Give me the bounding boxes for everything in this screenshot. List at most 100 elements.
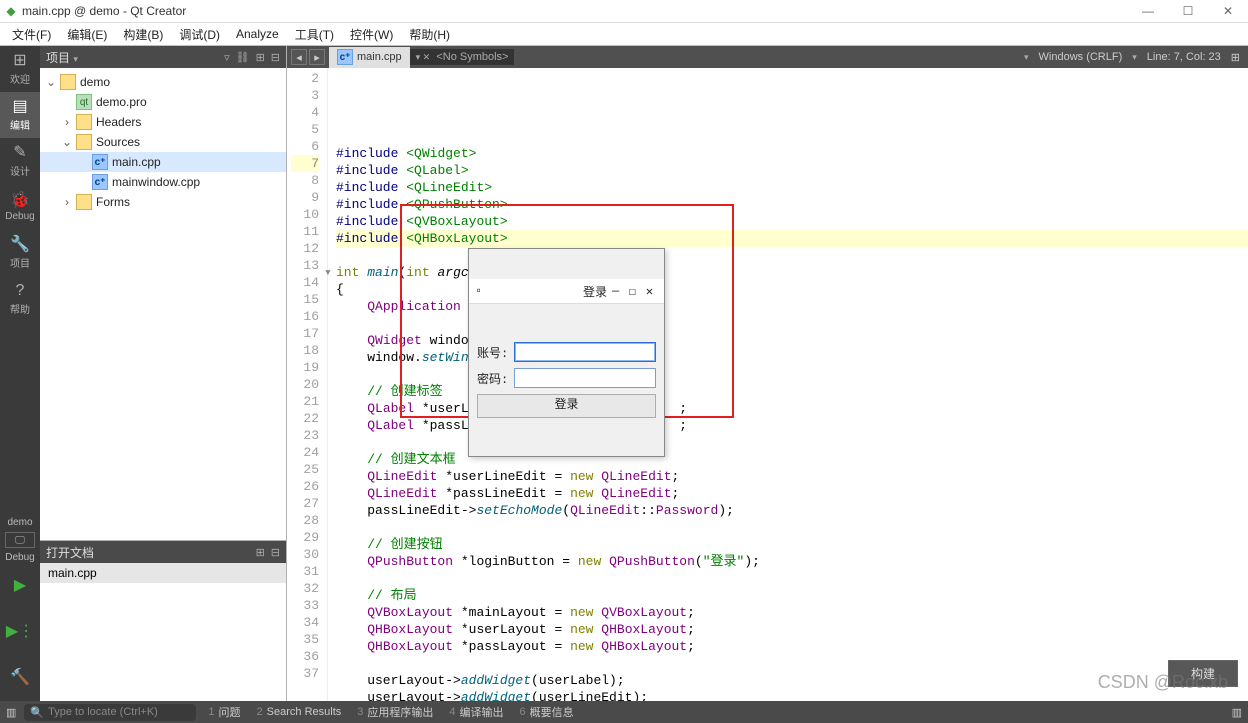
login-dialog: ▫ 登录 — ☐ ✕ 账号:	[468, 248, 665, 457]
status-output-tab[interactable]: 1 问题	[204, 704, 244, 720]
code-line[interactable]: QHBoxLayout *userLayout = new QHBoxLayou…	[336, 621, 1248, 638]
status-output-tab[interactable]: 4 编译输出	[445, 704, 507, 720]
login-button[interactable]: 登录	[477, 394, 656, 418]
menu-file[interactable]: 文件(F)	[4, 24, 59, 45]
code-line[interactable]: QVBoxLayout *mainLayout = new QVBoxLayou…	[336, 604, 1248, 621]
mode-projects[interactable]: 🔧项目	[0, 230, 40, 276]
dialog-min-button[interactable]: —	[607, 284, 624, 298]
wrench-icon: 🔧	[10, 237, 30, 253]
code-line[interactable]: passLineEdit->setEchoMode(QLineEdit::Pas…	[336, 502, 1248, 519]
close-button[interactable]: ✕	[1208, 0, 1248, 22]
window-icon: ▫	[475, 284, 482, 298]
code-line[interactable]: QPushButton *loginButton = new QPushButt…	[336, 553, 1248, 570]
tree-item[interactable]: › Headers	[40, 112, 286, 132]
filter-icon[interactable]: ▿	[224, 51, 230, 64]
status-output-tab[interactable]: 6 概要信息	[516, 704, 578, 720]
tree-item[interactable]: c⁺main.cpp	[40, 152, 286, 172]
code-line[interactable]	[336, 570, 1248, 587]
menu-edit[interactable]: 编辑(E)	[59, 24, 115, 45]
tree-item-label: mainwindow.cpp	[112, 175, 200, 189]
open-doc-item[interactable]: main.cpp	[40, 563, 286, 583]
statusbar: ▥ 🔍 Type to locate (Ctrl+K) 1 问题 2 Search…	[0, 701, 1248, 723]
file-tab[interactable]: c⁺ main.cpp	[329, 47, 410, 68]
split-editor-icon[interactable]: ⊞	[1231, 51, 1240, 64]
menu-tools[interactable]: 工具(T)	[287, 24, 342, 45]
menu-build[interactable]: 构建(B)	[115, 24, 171, 45]
menu-debug[interactable]: 调试(D)	[171, 24, 228, 45]
locator-search[interactable]: 🔍 Type to locate (Ctrl+K)	[24, 704, 196, 721]
username-input[interactable]	[514, 342, 656, 362]
tree-item-label: Forms	[96, 195, 130, 209]
back-icon[interactable]: ◂	[291, 49, 307, 65]
cursor-position[interactable]: Line: 7, Col: 23	[1147, 51, 1221, 63]
status-output-tab[interactable]: 3 应用程序输出	[353, 704, 437, 720]
target-selector[interactable]: demo 🖵 Debug	[0, 517, 40, 563]
app-icon: ◆	[4, 4, 18, 18]
twisty-icon[interactable]: ›	[62, 115, 72, 129]
build-button[interactable]: 🔨	[0, 655, 40, 701]
cpp-icon: c⁺	[92, 154, 108, 170]
twisty-icon[interactable]: ⌄	[46, 75, 56, 89]
menu-analyze[interactable]: Analyze	[228, 25, 287, 43]
project-pane-header: 项目 ▾ ▿ ⛓ ⊞ ⊟	[40, 46, 286, 68]
menu-help[interactable]: 帮助(H)	[401, 24, 458, 45]
open-docs-header: 打开文档 ⊞ ⊟	[40, 541, 286, 563]
twisty-icon[interactable]: ⌄	[62, 135, 72, 149]
mode-help[interactable]: ?帮助	[0, 276, 40, 322]
code-editor[interactable]: 2345678910111213141516171819202122232425…	[287, 68, 1248, 701]
debug-run-button[interactable]: ▶⋮	[0, 609, 40, 655]
menu-window[interactable]: 控件(W)	[342, 24, 401, 45]
code-line[interactable]: #include <QLabel>	[336, 162, 1248, 179]
status-output-tab[interactable]: 2 Search Results	[253, 704, 346, 720]
mode-edit[interactable]: ▤编辑	[0, 92, 40, 138]
tree-item[interactable]: ⌄demo	[40, 72, 286, 92]
password-input[interactable]	[514, 368, 656, 388]
edit-icon: ▤	[12, 99, 27, 115]
tree-item[interactable]: › Forms	[40, 192, 286, 212]
chevron-down-icon[interactable]: ▾	[73, 54, 78, 64]
close-pane-icon[interactable]: ⊟	[271, 546, 280, 559]
encoding-label[interactable]: Windows (CRLF)	[1039, 51, 1123, 63]
tree-item[interactable]: qtdemo.pro	[40, 92, 286, 112]
mode-debug[interactable]: 🐞Debug	[0, 184, 40, 230]
twisty-icon[interactable]: ›	[62, 195, 72, 209]
menubar: 文件(F) 编辑(E) 构建(B) 调试(D) Analyze 工具(T) 控件…	[0, 23, 1248, 46]
code-line[interactable]: #include <QWidget>	[336, 145, 1248, 162]
toggle-left-pane-icon[interactable]: ▥	[6, 706, 16, 719]
add-icon[interactable]: ⊞	[256, 546, 265, 559]
maximize-button[interactable]: ☐	[1168, 0, 1208, 22]
symbol-selector[interactable]: ▾ ✕ <No Symbols>	[410, 49, 515, 65]
tree-item[interactable]: ⌄ Sources	[40, 132, 286, 152]
mode-design[interactable]: ✎设计	[0, 138, 40, 184]
user-label: 账号:	[477, 344, 508, 361]
monitor-icon: 🖵	[5, 532, 35, 548]
code-line[interactable]: #include <QPushButton>	[336, 196, 1248, 213]
code-line[interactable]: #include <QVBoxLayout>	[336, 213, 1248, 230]
folder-icon	[76, 194, 92, 210]
tree-item-label: Sources	[96, 135, 140, 149]
dialog-close-button[interactable]: ✕	[641, 284, 658, 299]
code-line[interactable]: #include <QLineEdit>	[336, 179, 1248, 196]
code-line[interactable]	[336, 655, 1248, 672]
folder-icon	[60, 74, 76, 90]
code-line[interactable]: // 布局	[336, 587, 1248, 604]
code-line[interactable]: QLineEdit *passLineEdit = new QLineEdit;	[336, 485, 1248, 502]
code-line[interactable]: QHBoxLayout *passLayout = new QHBoxLayou…	[336, 638, 1248, 655]
add-icon[interactable]: ⊞	[256, 51, 265, 64]
code-line[interactable]: #include <QHBoxLayout>	[336, 230, 1248, 247]
tree-item-label: Headers	[96, 115, 141, 129]
code-line[interactable]: QLineEdit *userLineEdit = new QLineEdit;	[336, 468, 1248, 485]
mode-welcome[interactable]: ⊞欢迎	[0, 46, 40, 92]
code-line[interactable]: // 创建按钮	[336, 536, 1248, 553]
editor-tab-bar: ◂ ▸ c⁺ main.cpp ▾ ✕ <No Symbols> ▾ Windo…	[287, 46, 1248, 68]
project-tree[interactable]: ⌄demoqtdemo.pro › Headers ⌄ Sources c⁺main.cp…	[40, 68, 286, 540]
forward-icon[interactable]: ▸	[309, 49, 325, 65]
dialog-max-button[interactable]: ☐	[624, 284, 641, 299]
tree-item[interactable]: c⁺mainwindow.cpp	[40, 172, 286, 192]
link-icon[interactable]: ⛓	[236, 51, 250, 64]
code-line[interactable]	[336, 519, 1248, 536]
minimize-button[interactable]: —	[1128, 0, 1168, 22]
split-icon[interactable]: ⊟	[271, 51, 280, 64]
toggle-right-pane-icon[interactable]: ▥	[1232, 706, 1242, 719]
run-button[interactable]: ▶	[0, 563, 40, 609]
